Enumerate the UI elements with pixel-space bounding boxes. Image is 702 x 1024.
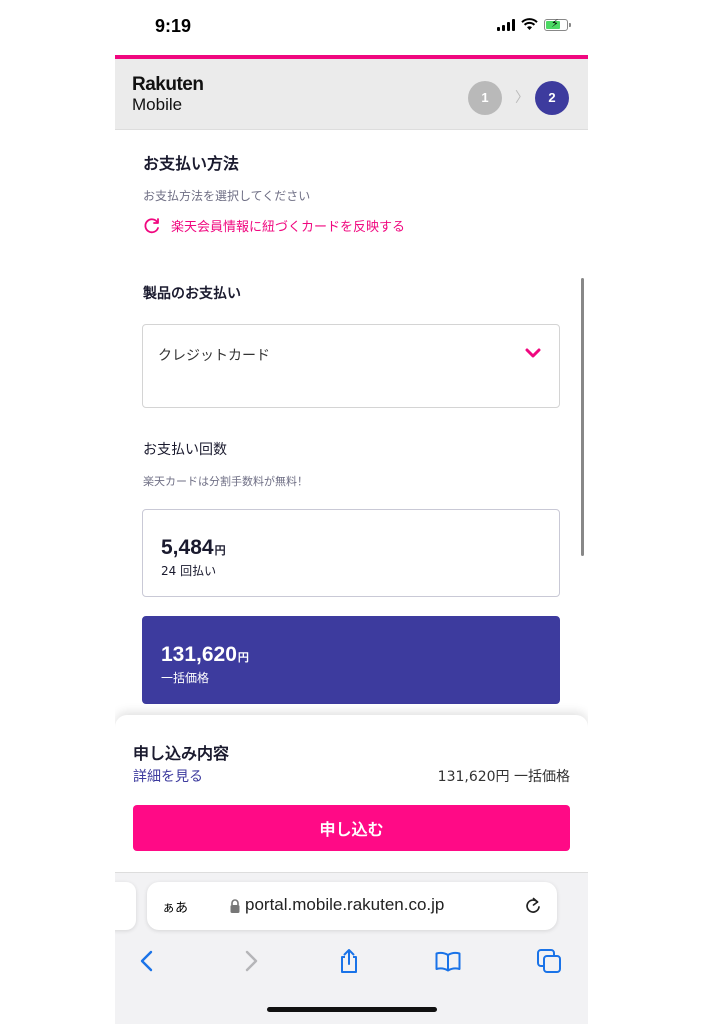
- refresh-icon: [144, 217, 159, 233]
- wifi-icon: [521, 18, 538, 30]
- page-subtitle: お支払方法を選択してください: [143, 189, 311, 203]
- bookmarks-icon[interactable]: [434, 947, 462, 975]
- option-amount: 5,484円: [161, 536, 226, 559]
- apply-button[interactable]: 申し込む: [133, 805, 570, 851]
- installment-count-label: お支払い回数: [143, 442, 227, 458]
- payment-method-value: クレジットカード: [158, 348, 270, 364]
- status-bar: 9:19 ⚡: [115, 0, 588, 55]
- lock-icon: [230, 899, 240, 913]
- payment-method-select[interactable]: クレジットカード: [142, 324, 560, 408]
- summary-title: 申し込み内容: [133, 744, 230, 763]
- reflect-card-link[interactable]: 楽天会員情報に紐づくカードを反映する: [143, 216, 405, 235]
- order-summary-sheet: 申し込み内容 詳細を見る 131,620円 一括価格 申し込む: [115, 715, 588, 875]
- view-details-link[interactable]: 詳細を見る: [133, 766, 203, 786]
- back-icon[interactable]: [134, 947, 162, 975]
- option-desc: 一括価格: [161, 671, 210, 685]
- product-payment-heading: 製品のお支払い: [143, 286, 241, 302]
- installment-option-lump-sum[interactable]: 131,620円 一括価格: [142, 616, 560, 704]
- chevron-down-icon: [525, 348, 541, 358]
- home-indicator[interactable]: [267, 1007, 437, 1012]
- signal-icon: [497, 18, 515, 31]
- installment-note: 楽天カードは分割手数料が無料！: [143, 475, 308, 488]
- reflect-card-label: 楽天会員情報に紐づくカードを反映する: [171, 220, 406, 235]
- previous-tab-peek[interactable]: [115, 882, 136, 930]
- step-indicator-2: 2: [535, 81, 569, 115]
- installment-option-24[interactable]: 5,484円 24 回払い: [142, 509, 560, 597]
- reload-icon[interactable]: [523, 896, 543, 916]
- option-amount: 131,620円: [161, 643, 249, 666]
- status-time: 9:19: [155, 16, 192, 36]
- site-header: Rakuten Mobile 1 〉 2: [115, 55, 588, 130]
- page-scrollbar[interactable]: [581, 278, 584, 556]
- battery-icon: ⚡: [544, 17, 571, 31]
- reader-settings-button[interactable]: ぁあ: [162, 897, 188, 916]
- rakuten-mobile-logo[interactable]: Rakuten Mobile: [132, 74, 204, 115]
- step-indicator-1: 1: [468, 81, 502, 115]
- phone-screen: 9:19 ⚡ Rakuten Mobile 1 〉 2 お支払い方法 お支払方法…: [115, 0, 588, 1024]
- summary-total: 131,620円 一括価格: [437, 769, 570, 785]
- status-icons: ⚡: [497, 17, 571, 31]
- page-title: お支払い方法: [143, 154, 240, 173]
- tabs-icon[interactable]: [535, 947, 563, 975]
- browser-toolbar: ぁあ portal.mobile.rakuten.co.jp: [115, 872, 588, 1024]
- forward-icon[interactable]: [236, 947, 264, 975]
- step-chevron-icon: 〉: [515, 90, 529, 106]
- address-bar[interactable]: ぁあ portal.mobile.rakuten.co.jp: [147, 882, 557, 930]
- option-desc: 24 回払い: [161, 564, 217, 578]
- url-text: portal.mobile.rakuten.co.jp: [245, 895, 445, 914]
- logo-line1: Rakuten: [132, 74, 204, 95]
- logo-line2: Mobile: [132, 95, 183, 114]
- share-icon[interactable]: [335, 947, 363, 975]
